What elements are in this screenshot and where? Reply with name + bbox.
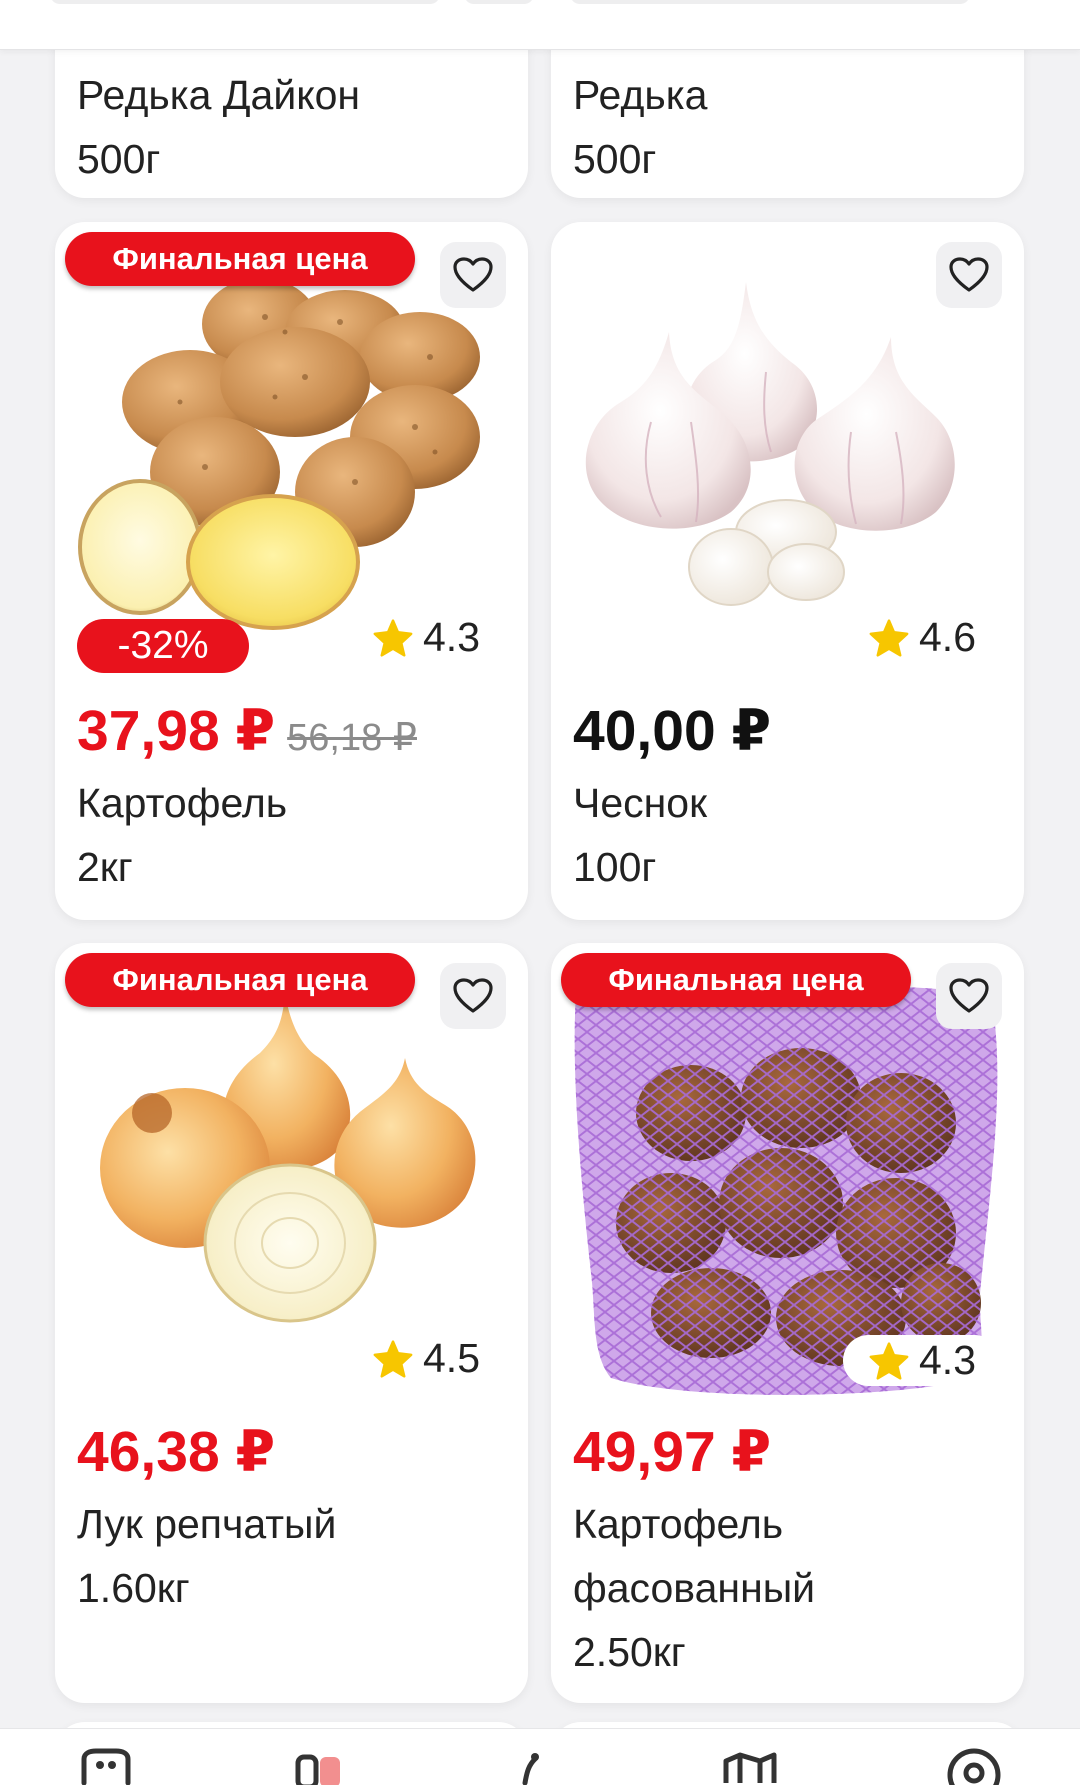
heart-outline-icon [949, 978, 989, 1013]
filter-button-fragment[interactable] [464, 0, 534, 4]
product-card-potato[interactable]: Финальная цена -32% 4.3 37,98 ₽ 56,18 ₽ … [55, 222, 528, 920]
rating: 4.5 [373, 1335, 480, 1382]
star-icon [373, 618, 413, 657]
rating-value: 4.5 [423, 1335, 480, 1381]
product-weight: 2кг [77, 844, 133, 890]
product-name: Картофель [77, 780, 288, 826]
category-chip-fragment[interactable] [570, 0, 970, 4]
rating: 4.6 [869, 614, 976, 661]
product-card-onion[interactable]: Финальная цена 4.5 46,38 ₽ Лук репчатый … [55, 943, 528, 1703]
final-price-badge: Финальная цена [65, 232, 415, 286]
current-price: 46,38 ₽ [77, 1420, 276, 1484]
product-name: Редька [573, 72, 708, 118]
product-weight: 100г [573, 844, 657, 890]
star-icon [869, 618, 909, 657]
product-card-packed-potato[interactable]: Финальная цена 4.3 49,97 ₽ Картофель фас… [551, 943, 1024, 1703]
discount-badge: -32% [77, 619, 249, 673]
heart-outline-icon [453, 978, 493, 1013]
favorite-button[interactable] [440, 242, 506, 308]
rating-value: 4.3 [423, 614, 480, 660]
old-price: 56,18 ₽ [287, 717, 417, 759]
product-name: Редька Дайкон [77, 72, 361, 118]
top-bar [0, 0, 1080, 50]
bottom-navigation [0, 1728, 1080, 1785]
search-bar-fragment[interactable] [50, 0, 440, 4]
rating-value: 4.6 [919, 614, 976, 660]
product-name-line1: Картофель [573, 1501, 784, 1547]
rating: 4.3 [843, 1335, 1000, 1386]
cart-icon[interactable] [505, 1743, 565, 1785]
current-price: 37,98 ₽ [77, 699, 276, 763]
product-card-garlic[interactable]: 4.6 40,00 ₽ Чеснок 100г [551, 222, 1024, 920]
product-name-line2: фасованный [573, 1565, 816, 1611]
favorite-button[interactable] [440, 963, 506, 1029]
product-weight: 500г [77, 136, 161, 182]
map-icon[interactable] [720, 1743, 780, 1785]
favorite-button[interactable] [936, 242, 1002, 308]
catalog-icon[interactable] [290, 1743, 350, 1785]
favorite-button[interactable] [936, 963, 1002, 1029]
current-price: 49,97 ₽ [573, 1420, 772, 1484]
heart-outline-icon [453, 257, 493, 292]
profile-icon[interactable] [944, 1743, 1004, 1785]
final-price-badge: Финальная цена [561, 953, 911, 1007]
star-icon [373, 1339, 413, 1378]
price: 37,98 ₽ 56,18 ₽ [77, 696, 417, 773]
product-name: Чеснок [573, 780, 708, 826]
heart-outline-icon [949, 257, 989, 292]
product-weight: 2.50кг [573, 1629, 686, 1675]
current-price: 40,00 ₽ [573, 699, 772, 763]
product-weight: 500г [573, 136, 657, 182]
star-icon [869, 1341, 909, 1380]
product-weight: 1.60кг [77, 1565, 190, 1611]
product-name: Лук репчатый [77, 1501, 337, 1547]
final-price-badge: Финальная цена [65, 953, 415, 1007]
home-icon[interactable] [76, 1743, 136, 1785]
rating-value: 4.3 [919, 1337, 976, 1383]
rating: 4.3 [373, 614, 480, 661]
